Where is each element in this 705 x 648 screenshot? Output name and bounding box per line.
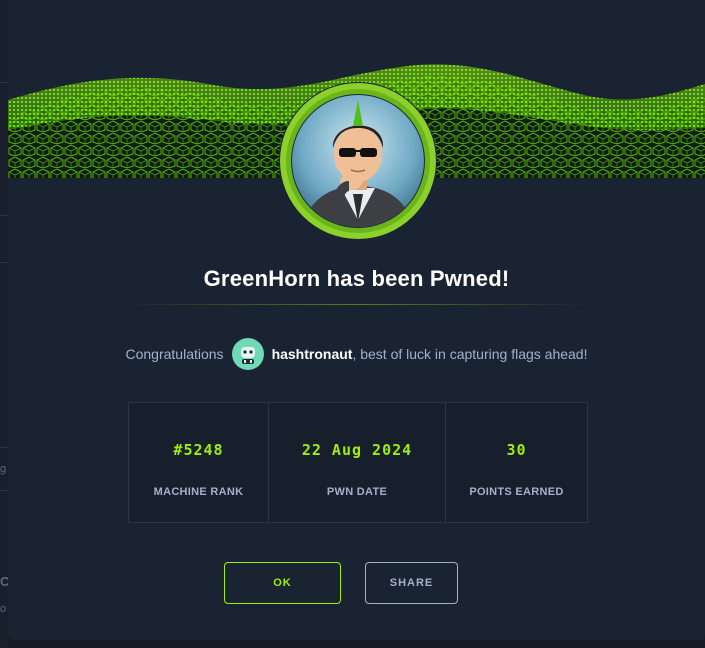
background-divider <box>0 82 8 83</box>
machine-rank-value: #5248 <box>173 441 224 459</box>
congrats-prefix: Congratulations <box>125 346 224 362</box>
background-divider <box>0 215 8 216</box>
stat-points-earned: 30 POINTS EARNED <box>446 403 587 522</box>
congrats-message: Congratulations hashtronaut , best of lu… <box>8 337 705 371</box>
background-glyph: o <box>0 603 7 615</box>
username-link[interactable]: hashtronaut <box>272 346 353 362</box>
ok-button[interactable]: OK <box>224 562 341 604</box>
points-earned-label: POINTS EARNED <box>469 486 564 498</box>
stat-pwn-date: 22 Aug 2024 PWN DATE <box>269 403 446 522</box>
pwn-date-value: 22 Aug 2024 <box>301 441 413 459</box>
user-avatar-icon[interactable] <box>231 338 264 370</box>
background-glyph: g <box>0 463 7 475</box>
modal-title: GreenHorn has been Pwned! <box>203 266 510 291</box>
congrats-suffix: , best of luck in capturing flags ahead! <box>352 346 588 362</box>
points-earned-value: 30 <box>506 441 527 459</box>
machine-avatar <box>279 82 437 240</box>
stats-panel: #5248 MACHINE RANK 22 Aug 2024 PWN DATE … <box>128 402 588 523</box>
greenhorn-machine-avatar-icon <box>280 83 436 239</box>
stat-machine-rank: #5248 MACHINE RANK <box>129 403 269 522</box>
page: g C o GreenHorn has been Pwned! Congratu… <box>0 0 705 648</box>
share-button[interactable]: SHARE <box>365 562 458 604</box>
background-divider <box>0 490 8 491</box>
machine-rank-label: MACHINE RANK <box>153 486 244 498</box>
background-app-strip <box>0 0 8 648</box>
title-divider <box>126 304 588 305</box>
pwn-date-label: PWN DATE <box>326 486 388 498</box>
background-divider <box>0 447 8 448</box>
background-divider <box>0 262 8 263</box>
pwned-modal: GreenHorn has been Pwned! Congratulation… <box>8 0 705 640</box>
